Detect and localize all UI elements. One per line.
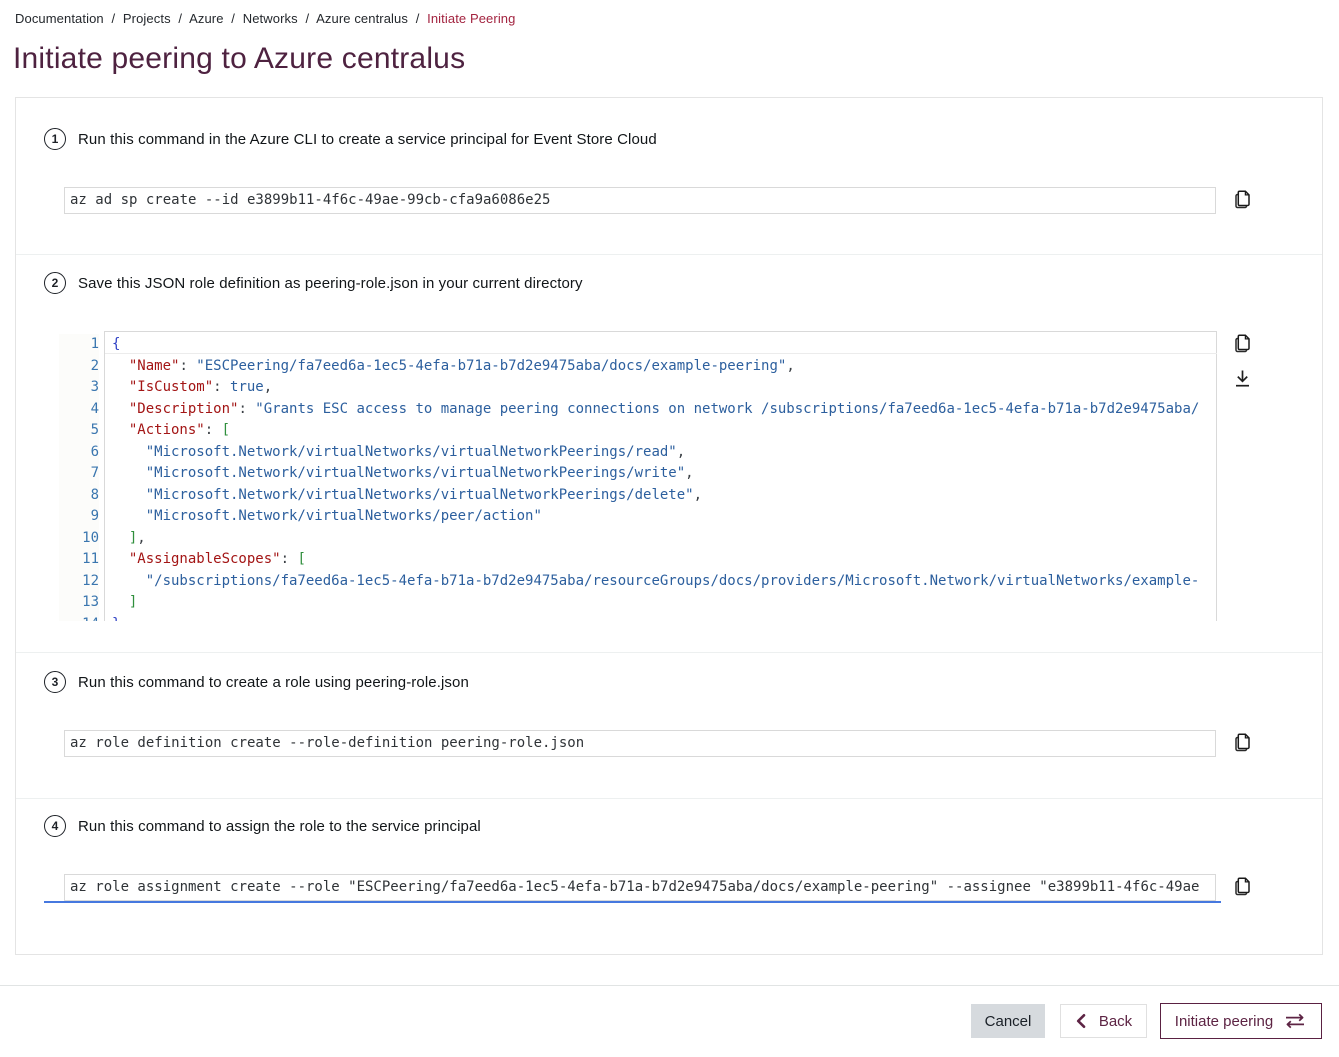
step-2-number-badge: 2 [44, 272, 66, 294]
breadcrumb-separator: / [231, 11, 235, 26]
step-3-command-text: az role definition create --role-definit… [70, 735, 584, 751]
json-editor-gutter: 1234567891011121314 [59, 334, 99, 621]
cancel-button-label: Cancel [985, 1013, 1032, 1030]
step-4-number: 4 [52, 819, 59, 833]
step-4-horizontal-scrollbar[interactable] [44, 901, 1221, 903]
breadcrumb: Documentation / Projects / Azure / Netwo… [15, 11, 519, 26]
json-editor[interactable]: { "Name": "ESCPeering/fa7eed6a-1ec5-4efa… [104, 331, 1217, 621]
step-1-command-box[interactable]: az ad sp create --id e3899b11-4f6c-49ae-… [64, 187, 1216, 214]
initiate-peering-button[interactable]: Initiate peering [1160, 1003, 1322, 1039]
copy-icon [1231, 188, 1254, 211]
breadcrumb-azure-centralus[interactable]: Azure centralus [316, 11, 408, 26]
step-4-number-badge: 4 [44, 815, 66, 837]
section-divider [16, 652, 1322, 653]
breadcrumb-documentation[interactable]: Documentation [15, 11, 104, 26]
step-3-number-badge: 3 [44, 671, 66, 693]
footer-divider [0, 985, 1339, 986]
initiate-peering-page: Documentation / Projects / Azure / Netwo… [0, 0, 1339, 1057]
section-divider [16, 798, 1322, 799]
step-1-number: 1 [52, 132, 59, 146]
step-3-copy-button[interactable] [1230, 731, 1254, 755]
step-4-copy-button[interactable] [1230, 875, 1254, 899]
step-4-instruction: Run this command to assign the role to t… [78, 818, 481, 835]
step-4-command-text: az role assignment create --role "ESCPee… [70, 879, 1199, 895]
step-3-command-box[interactable]: az role definition create --role-definit… [64, 730, 1216, 757]
back-button[interactable]: Back [1060, 1004, 1147, 1038]
step-1-number-badge: 1 [44, 128, 66, 150]
step-3-instruction: Run this command to create a role using … [78, 674, 469, 691]
breadcrumb-separator: / [416, 11, 420, 26]
breadcrumb-azure[interactable]: Azure [189, 11, 223, 26]
download-icon [1231, 367, 1254, 390]
step-4-command-box[interactable]: az role assignment create --role "ESCPee… [64, 874, 1216, 901]
breadcrumb-projects[interactable]: Projects [123, 11, 171, 26]
transfer-arrows-icon [1283, 1013, 1307, 1029]
step-2-download-button[interactable] [1230, 367, 1254, 391]
page-title: Initiate peering to Azure centralus [13, 42, 465, 76]
breadcrumb-separator: / [111, 11, 115, 26]
initiate-peering-button-label: Initiate peering [1175, 1013, 1273, 1030]
step-1-copy-button[interactable] [1230, 188, 1254, 212]
copy-icon [1231, 875, 1254, 898]
copy-icon [1231, 332, 1254, 355]
section-divider [16, 254, 1322, 255]
step-3-number: 3 [52, 675, 59, 689]
step-1-command-text: az ad sp create --id e3899b11-4f6c-49ae-… [70, 192, 550, 208]
step-2-copy-button[interactable] [1230, 332, 1254, 356]
copy-icon [1231, 731, 1254, 754]
back-button-label: Back [1099, 1013, 1132, 1030]
cancel-button[interactable]: Cancel [971, 1004, 1045, 1038]
wizard-card: 1 Run this command in the Azure CLI to c… [15, 97, 1323, 955]
step-2-number: 2 [52, 276, 59, 290]
breadcrumb-separator: / [178, 11, 182, 26]
step-2-instruction: Save this JSON role definition as peerin… [78, 275, 583, 292]
chevron-left-icon [1075, 1013, 1086, 1029]
breadcrumb-current: Initiate Peering [427, 11, 515, 26]
breadcrumb-networks[interactable]: Networks [243, 11, 298, 26]
step-1-instruction: Run this command in the Azure CLI to cre… [78, 131, 657, 148]
breadcrumb-separator: / [305, 11, 309, 26]
json-editor-active-line [105, 353, 1217, 354]
